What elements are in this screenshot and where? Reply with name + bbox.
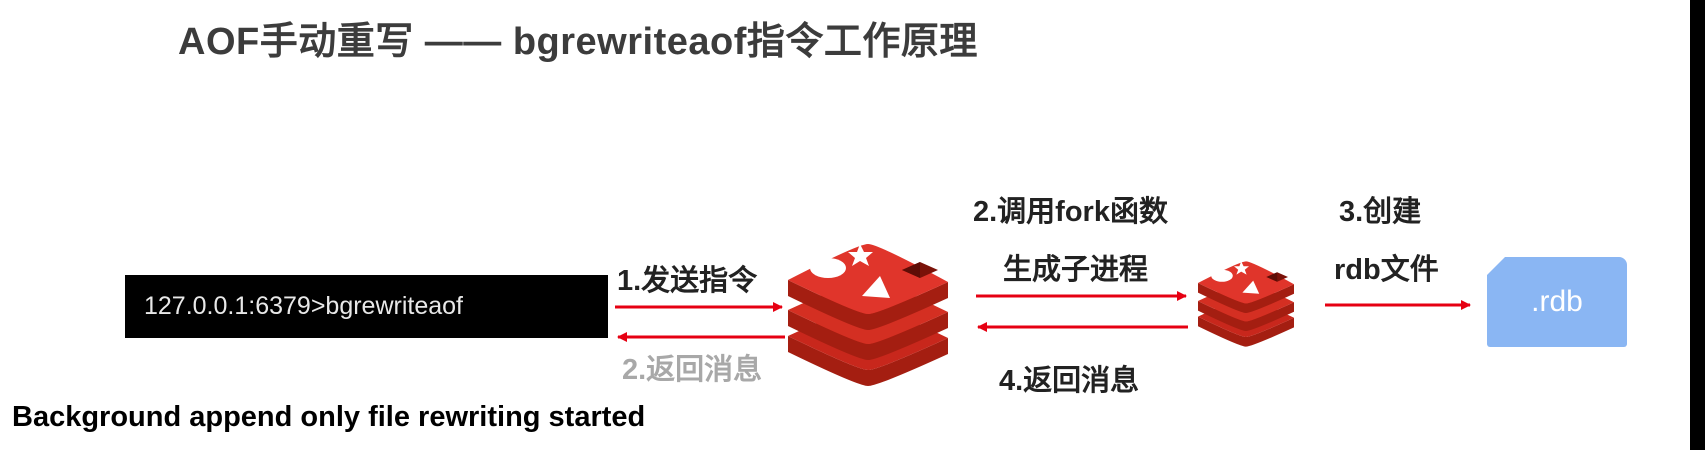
- label-return-message-client: 2.返回消息: [622, 354, 763, 386]
- label-create-line1: 3.创建: [1339, 196, 1422, 228]
- result-message: Background append only file rewriting st…: [12, 401, 646, 433]
- label-fork-line1: 2.调用fork函数: [973, 196, 1168, 228]
- slide: AOF手动重写 —— bgrewriteaof指令工作原理 127.0.0.1:…: [0, 0, 1690, 450]
- rdb-file-label: .rdb: [1531, 285, 1583, 318]
- redis-server-icon: [788, 244, 948, 386]
- label-send-command: 1.发送指令: [617, 265, 758, 297]
- label-return-message-child: 4.返回消息: [999, 365, 1140, 397]
- diagram-graphics: [615, 244, 1471, 386]
- redis-child-process-icon: [1198, 261, 1294, 347]
- label-create-line2: rdb文件: [1334, 254, 1439, 286]
- label-fork-line2: 生成子进程: [1003, 254, 1149, 286]
- rdb-file-icon: .rdb: [1487, 257, 1627, 347]
